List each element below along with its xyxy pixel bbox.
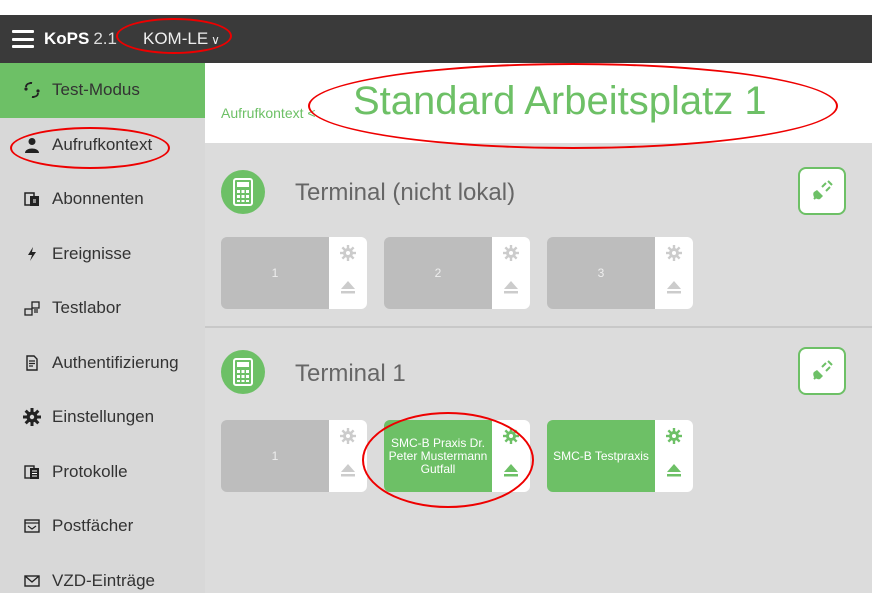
sidebar-item-label: Protokolle bbox=[52, 462, 128, 482]
card-slot: 1 bbox=[221, 420, 367, 492]
sidebar-item-label: Testlabor bbox=[52, 298, 121, 318]
terminal-panel: Terminal (nicht lokal) 1 2 3 bbox=[205, 143, 872, 326]
card-slot: 2 bbox=[384, 237, 530, 309]
person-icon bbox=[22, 137, 42, 153]
slot-card[interactable]: 3 bbox=[547, 237, 655, 309]
sidebar-item-label: Authentifizierung bbox=[52, 353, 179, 373]
sidebar-item-label: Aufrufkontext bbox=[52, 135, 152, 155]
test-mode-icon bbox=[22, 82, 42, 98]
slot-actions bbox=[329, 237, 367, 309]
subscribers-icon bbox=[22, 191, 42, 207]
terminal-title: Terminal (nicht lokal) bbox=[295, 179, 515, 207]
eject-icon[interactable] bbox=[340, 279, 356, 295]
sidebar-item-einstellungen[interactable]: Einstellungen bbox=[0, 390, 205, 445]
slot-actions bbox=[492, 237, 530, 309]
sidebar-item-ereignisse[interactable]: Ereignisse bbox=[0, 227, 205, 282]
breadcrumb[interactable]: Aufrufkontext < bbox=[221, 105, 316, 121]
slot-actions bbox=[655, 237, 693, 309]
context-selector[interactable]: KOM-LE∨ bbox=[143, 29, 220, 49]
slot-card[interactable]: 1 bbox=[221, 237, 329, 309]
card-slot: 3 bbox=[547, 237, 693, 309]
slot-card[interactable]: 2 bbox=[384, 237, 492, 309]
main-content: Aufrufkontext < Standard Arbeitsplatz 1 … bbox=[205, 63, 872, 593]
chevron-down-icon: ∨ bbox=[211, 33, 220, 47]
eject-icon[interactable] bbox=[666, 279, 682, 295]
sidebar-item-aufrufkontext[interactable]: Aufrufkontext bbox=[0, 118, 205, 173]
slot-actions bbox=[655, 420, 693, 492]
eject-icon[interactable] bbox=[340, 462, 356, 478]
connect-button[interactable] bbox=[798, 167, 846, 215]
sidebar-item-label: Postfächer bbox=[52, 516, 133, 536]
lightning-icon bbox=[22, 247, 42, 261]
gear-icon[interactable] bbox=[666, 428, 682, 444]
gear-icon[interactable] bbox=[340, 245, 356, 261]
eject-icon[interactable] bbox=[666, 462, 682, 478]
sidebar-item-label: VZD-Einträge bbox=[52, 571, 155, 591]
slot-actions bbox=[492, 420, 530, 492]
sidebar-item-testlabor[interactable]: Testlabor bbox=[0, 281, 205, 336]
calculator-icon bbox=[221, 170, 265, 214]
sidebar-item-label: Einstellungen bbox=[52, 407, 154, 427]
menu-icon[interactable] bbox=[12, 30, 34, 48]
sidebar-item-label: Ereignisse bbox=[52, 244, 131, 264]
gear-icon[interactable] bbox=[503, 428, 519, 444]
context-label: KOM-LE bbox=[143, 29, 208, 48]
page-title: Standard Arbeitsplatz 1 bbox=[353, 79, 767, 124]
eject-icon[interactable] bbox=[503, 462, 519, 478]
page-header: Aufrufkontext < Standard Arbeitsplatz 1 bbox=[205, 63, 872, 143]
sidebar-item-protokolle[interactable]: Protokolle bbox=[0, 445, 205, 500]
gear-icon bbox=[22, 408, 42, 426]
connect-button[interactable] bbox=[798, 347, 846, 395]
envelope-icon bbox=[22, 575, 42, 587]
sidebar-item-abonnenten[interactable]: Abonnenten bbox=[0, 172, 205, 227]
gear-icon[interactable] bbox=[666, 245, 682, 261]
card-slot: SMC-B Praxis Dr. Peter Mustermann Gutfal… bbox=[384, 420, 530, 492]
plug-icon bbox=[809, 358, 835, 384]
card-slot: 1 bbox=[221, 237, 367, 309]
sidebar-item-test-modus[interactable]: Test-Modus bbox=[0, 63, 205, 118]
slot-actions bbox=[329, 420, 367, 492]
mailbox-icon bbox=[22, 519, 42, 533]
top-bar: KoPS 2.1 KOM-LE∨ bbox=[0, 0, 872, 63]
gear-icon[interactable] bbox=[340, 428, 356, 444]
eject-icon[interactable] bbox=[503, 279, 519, 295]
terminal-panel: Terminal 1 1 SMC-B Praxis Dr. Peter Must… bbox=[205, 328, 872, 593]
protocol-icon bbox=[22, 464, 42, 480]
top-bar-inner: KoPS 2.1 KOM-LE∨ bbox=[0, 15, 872, 63]
sidebar-item-vzd-eintraege[interactable]: VZD-Einträge bbox=[0, 554, 205, 608]
sidebar-item-label: Test-Modus bbox=[52, 80, 140, 100]
sidebar-item-postfaecher[interactable]: Postfächer bbox=[0, 499, 205, 554]
sidebar: Test-Modus Aufrufkontext Abonnenten Erei… bbox=[0, 63, 205, 593]
version-label: 2.1 bbox=[93, 29, 117, 49]
auth-document-icon bbox=[22, 355, 42, 371]
sidebar-item-label: Abonnenten bbox=[52, 189, 144, 209]
slot-card[interactable]: 1 bbox=[221, 420, 329, 492]
slot-card[interactable]: SMC-B Praxis Dr. Peter Mustermann Gutfal… bbox=[384, 420, 492, 492]
brand-name: KoPS bbox=[44, 29, 89, 49]
sidebar-item-authentifizierung[interactable]: Authentifizierung bbox=[0, 336, 205, 391]
gear-icon[interactable] bbox=[503, 245, 519, 261]
terminal-title: Terminal 1 bbox=[295, 360, 406, 388]
card-slot: SMC-B Testpraxis bbox=[547, 420, 693, 492]
calculator-icon bbox=[221, 350, 265, 394]
slot-card[interactable]: SMC-B Testpraxis bbox=[547, 420, 655, 492]
plug-icon bbox=[809, 178, 835, 204]
lab-icon bbox=[22, 300, 42, 316]
